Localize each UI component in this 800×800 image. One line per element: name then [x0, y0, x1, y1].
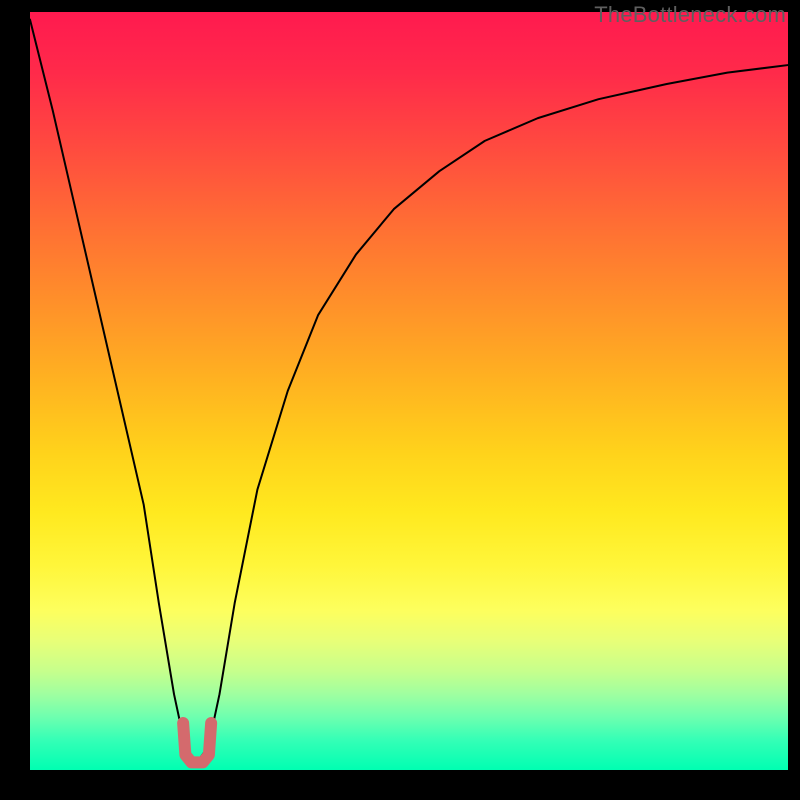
series-minimum-marker — [183, 723, 211, 762]
chart-frame: TheBottleneck.com — [0, 0, 800, 800]
series-bottleneck-curve — [30, 20, 788, 763]
watermark-text: TheBottleneck.com — [594, 2, 786, 28]
plot-area — [30, 12, 788, 770]
curve-layer — [30, 12, 788, 770]
